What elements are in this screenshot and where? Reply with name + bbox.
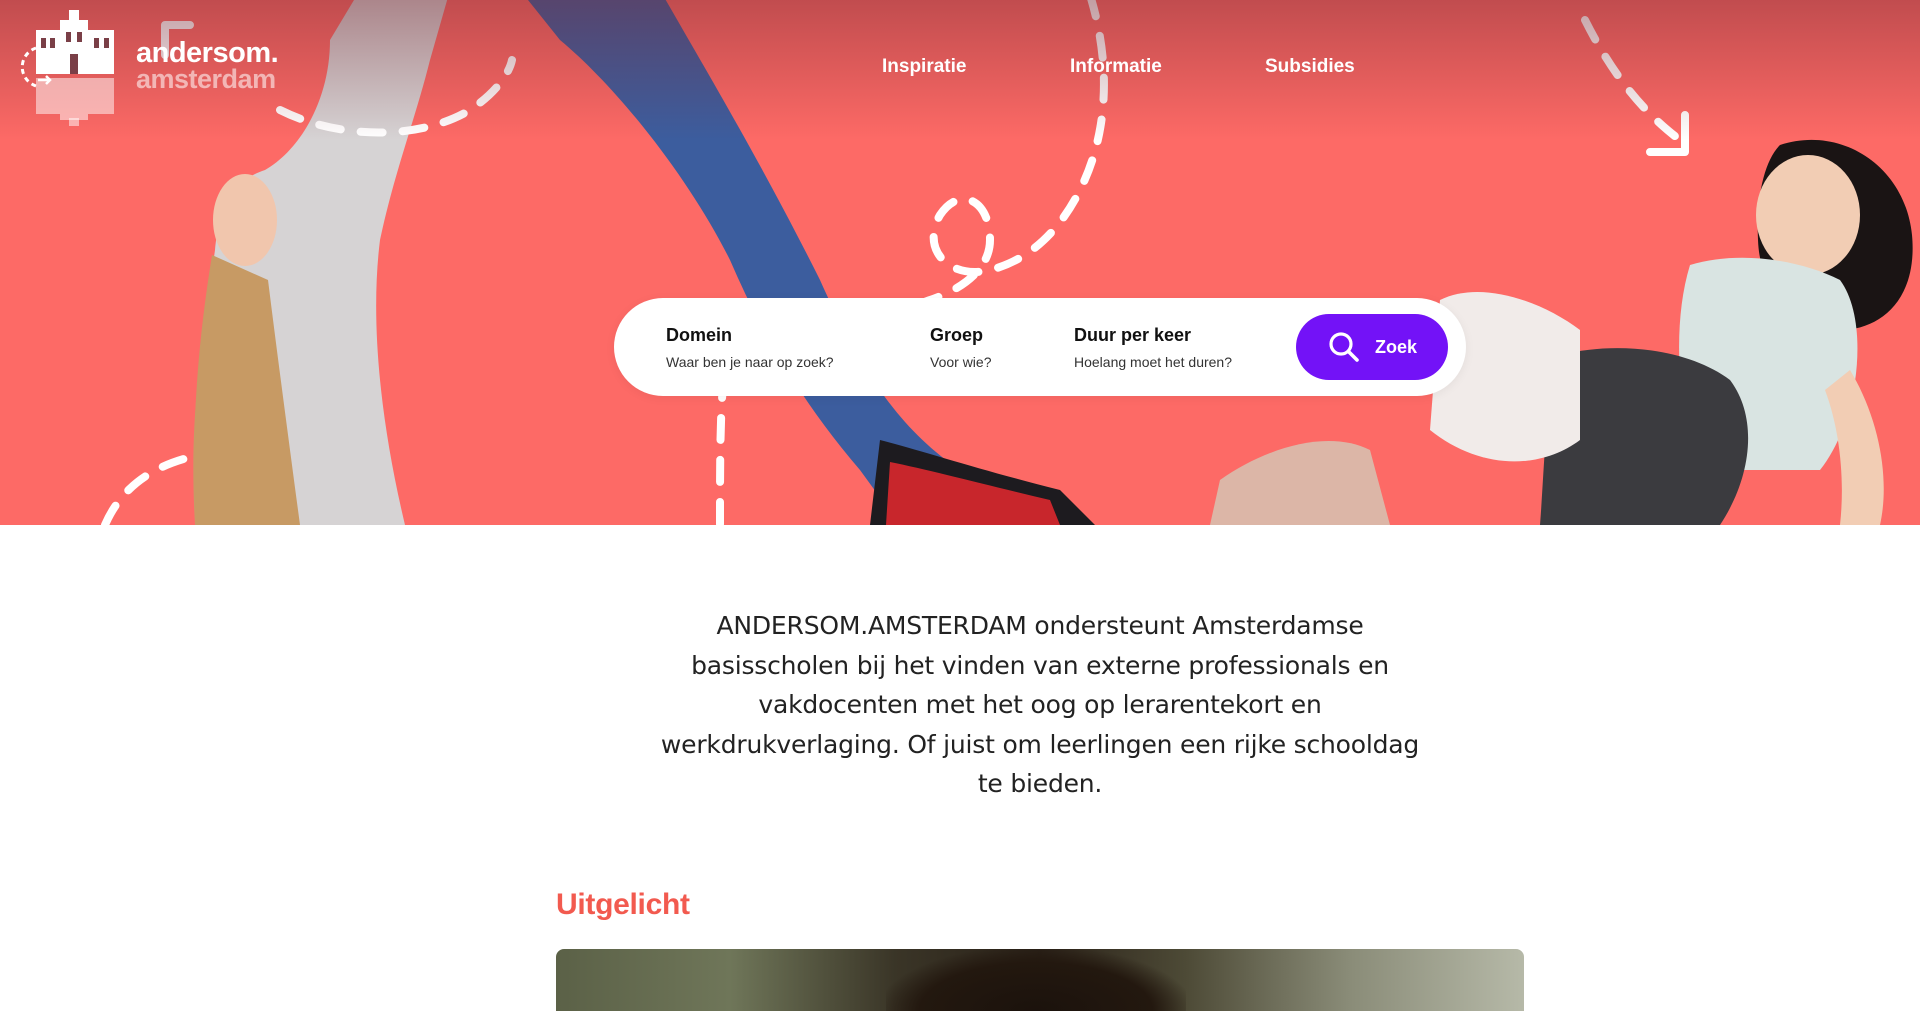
intro-text: ANDERSOM.AMSTERDAM ondersteunt Amsterdam… <box>660 611 1420 798</box>
main-nav: Inspiratie Informatie Subsidies <box>0 56 1920 80</box>
featured-card-image[interactable] <box>556 949 1524 1011</box>
featured-title: Uitgelicht <box>556 888 690 921</box>
search-field-hint: Hoelang moet het duren? <box>1074 354 1232 370</box>
search-field-groep[interactable]: Groep Voor wie? <box>930 325 991 370</box>
nav-item-informatie[interactable]: Informatie <box>1070 56 1162 78</box>
search-field-label: Domein <box>666 325 733 345</box>
search-bar: Domein Waar ben je naar op zoek? Groep V… <box>614 298 1466 396</box>
search-field-domein[interactable]: Domein Waar ben je naar op zoek? <box>666 325 834 370</box>
nav-item-subsidies[interactable]: Subsidies <box>1265 56 1355 78</box>
search-button[interactable]: Zoek <box>1296 314 1448 380</box>
search-field-hint: Voor wie? <box>930 354 992 370</box>
featured-photo-subject <box>886 949 1186 1011</box>
search-button-label: Zoek <box>1374 336 1417 357</box>
search-field-hint: Waar ben je naar op zoek? <box>666 354 834 370</box>
search-field-duur[interactable]: Duur per keer Hoelang moet het duren? <box>1074 325 1232 370</box>
search-field-label: Duur per keer <box>1074 325 1192 345</box>
nav-item-inspiratie[interactable]: Inspiratie <box>882 56 966 78</box>
search-field-label: Groep <box>930 325 984 345</box>
search-icon <box>1329 332 1359 362</box>
